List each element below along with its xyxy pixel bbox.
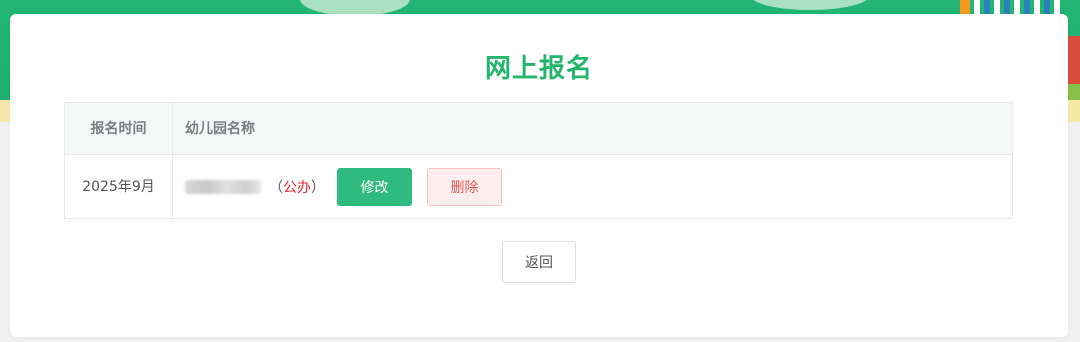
header-kindergarten-name: 幼儿园名称: [185, 121, 255, 137]
cloud-decoration: [750, 0, 870, 10]
redacted-kindergarten-name: [185, 180, 261, 194]
registration-time: 2025年9月: [82, 179, 155, 195]
table-header: 报名时间 幼儿园名称: [65, 103, 1012, 155]
page-title: 网上报名: [484, 54, 593, 84]
kindergarten-name-cell: （公办）: [185, 155, 325, 219]
header-time: 报名时间: [90, 121, 147, 137]
back-button[interactable]: 返回: [502, 241, 576, 283]
column-divider: [172, 103, 173, 218]
kindergarten-type: （公办）: [269, 180, 325, 196]
registration-card: 网上报名 报名时间 幼儿园名称 2025年9月 （公办） 修改 删除 返回: [10, 14, 1068, 337]
delete-button[interactable]: 删除: [427, 168, 502, 206]
registration-table: 报名时间 幼儿园名称 2025年9月 （公办） 修改 删除: [64, 102, 1013, 219]
kindergarten-type-label: 公办: [283, 180, 311, 196]
edit-button[interactable]: 修改: [337, 168, 412, 206]
